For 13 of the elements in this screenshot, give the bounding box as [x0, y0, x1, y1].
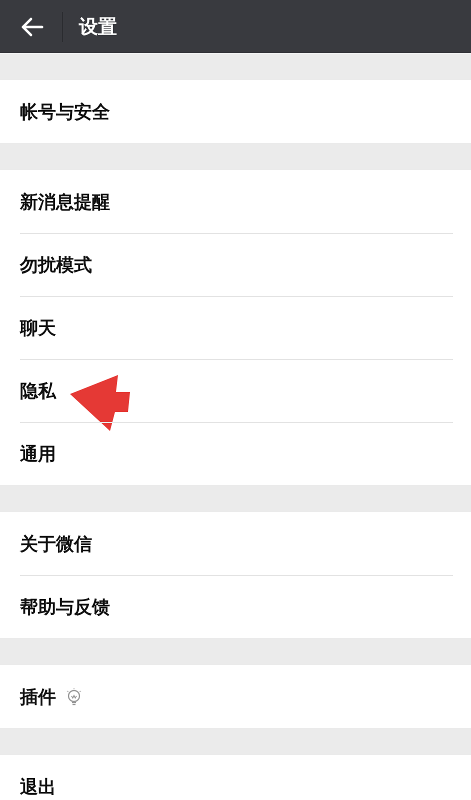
- page-title: 设置: [79, 14, 117, 40]
- settings-item[interactable]: 关于微信: [0, 512, 471, 575]
- settings-item[interactable]: 退出: [0, 755, 471, 800]
- settings-item[interactable]: 插件: [0, 665, 471, 728]
- settings-item[interactable]: 隐私: [0, 359, 471, 422]
- back-icon[interactable]: [20, 16, 44, 36]
- settings-item[interactable]: 帐号与安全: [0, 80, 471, 143]
- settings-item[interactable]: 帮助与反馈: [0, 575, 471, 638]
- settings-item[interactable]: 新消息提醒: [0, 170, 471, 233]
- lightbulb-icon: [66, 688, 82, 706]
- settings-item[interactable]: 通用: [0, 422, 471, 485]
- settings-item[interactable]: 勿扰模式: [0, 233, 471, 296]
- settings-item[interactable]: 聊天: [0, 296, 471, 359]
